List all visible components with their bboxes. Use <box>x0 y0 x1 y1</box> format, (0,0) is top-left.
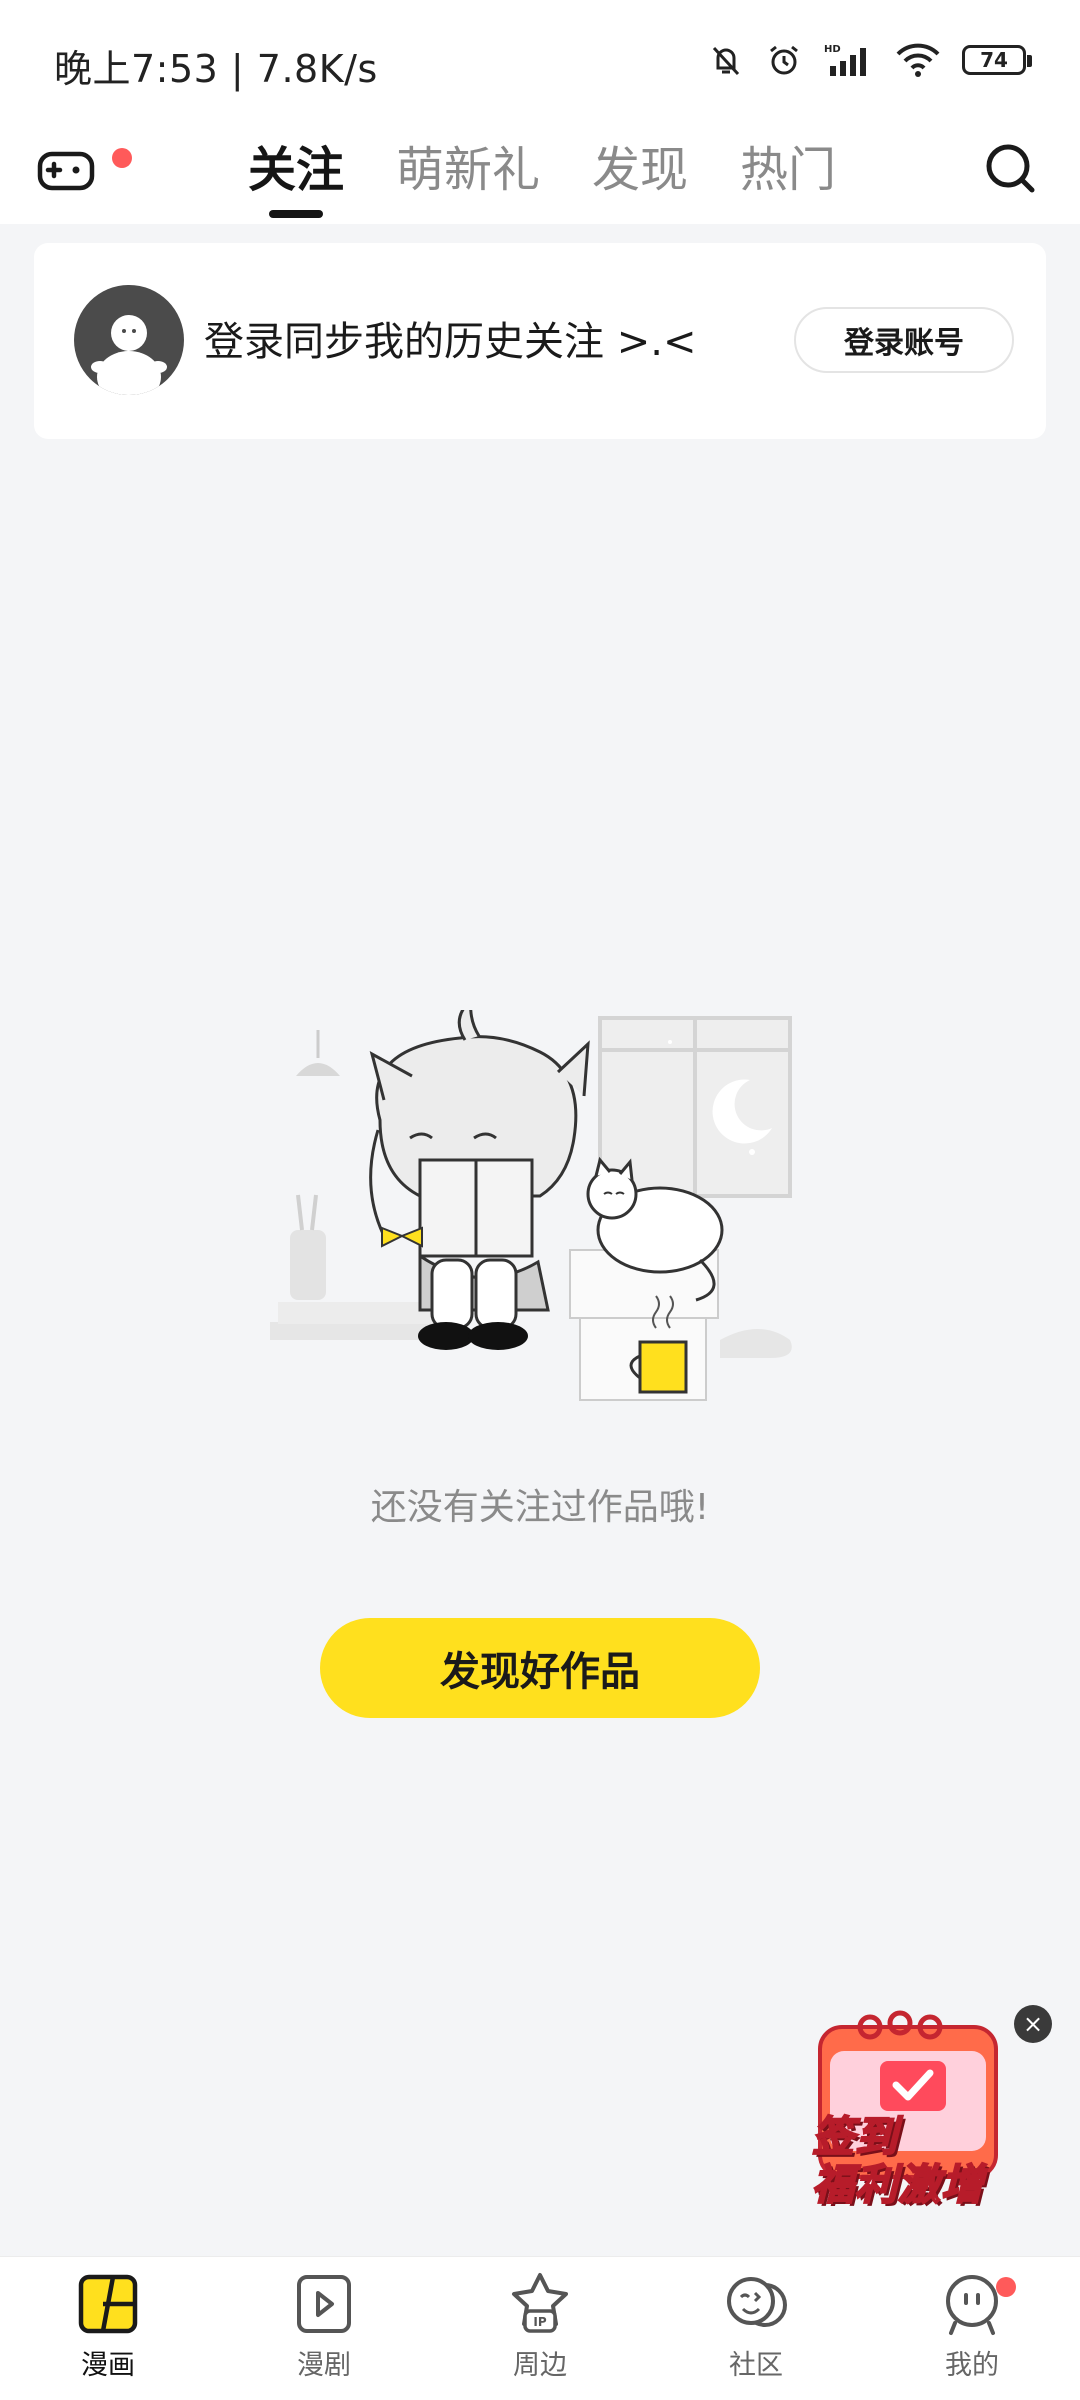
tab-bar: 关注 萌新礼 发现 热门 <box>248 130 836 218</box>
top-nav: 关注 萌新礼 发现 热门 <box>0 120 1080 224</box>
nav-item-drama[interactable]: 漫剧 <box>216 2257 432 2400</box>
avatar <box>74 285 184 395</box>
mute-bell-icon <box>712 46 740 76</box>
battery-level: 74 <box>980 48 1008 72</box>
nav-item-merch[interactable]: IP 周边 <box>432 2257 648 2400</box>
close-badge-button[interactable]: × <box>1014 2005 1052 2043</box>
tab-discover[interactable]: 发现 <box>592 130 688 210</box>
nav-label: 社区 <box>729 2350 783 2381</box>
badge-line2: 福利激增 <box>811 2159 985 2210</box>
tab-newbie-gift[interactable]: 萌新礼 <box>396 130 540 210</box>
empty-state-illustration <box>260 996 820 1410</box>
nav-item-community[interactable]: 社区 <box>648 2257 864 2400</box>
nav-label: 漫画 <box>81 2350 135 2381</box>
status-icons: HD 74 <box>708 42 1032 78</box>
alarm-icon <box>770 45 798 75</box>
empty-state-message: 还没有关注过作品哦! <box>370 1487 710 1528</box>
sign-in-bonus-badge[interactable]: 签到 福利激增 <box>800 2005 1015 2220</box>
play-icon <box>297 2275 351 2333</box>
svg-text:HD: HD <box>824 44 841 55</box>
bottom-nav: 漫画 漫剧 IP 周边 社区 我的 <box>0 2256 1080 2400</box>
nav-label: 我的 <box>945 2350 999 2381</box>
gamepad-button[interactable] <box>34 136 132 200</box>
reading-girl-cat-illustration <box>270 996 792 1401</box>
login-button[interactable]: 登录账号 <box>794 307 1014 373</box>
ip-star-icon: IP <box>512 2273 568 2333</box>
community-icon <box>727 2277 787 2327</box>
tab-follow[interactable]: 关注 <box>248 130 345 218</box>
battery-icon: 74 <box>962 45 1032 75</box>
gamepad-icon <box>37 151 95 191</box>
comic-icon <box>78 2274 138 2334</box>
svg-text:IP: IP <box>533 2315 546 2329</box>
default-avatar-icon <box>91 315 167 395</box>
login-card: 登录同步我的历史关注 >.< 登录账号 <box>34 243 1046 439</box>
nav-item-mine[interactable]: 我的 <box>864 2257 1080 2400</box>
login-prompt-text: 登录同步我的历史关注 >.< <box>204 319 697 365</box>
nav-item-comic[interactable]: 漫画 <box>0 2257 216 2400</box>
notification-dot <box>996 2277 1016 2297</box>
discover-works-button[interactable]: 发现好作品 <box>320 1618 760 1718</box>
wifi-icon <box>896 43 940 77</box>
tab-label: 萌新礼 <box>396 142 541 198</box>
tab-label: 热门 <box>740 142 837 198</box>
tab-label: 发现 <box>592 142 689 198</box>
nav-label: 漫剧 <box>297 2350 351 2381</box>
status-time: 晚上7:53 | 7.8K/s <box>54 47 378 91</box>
hd-signal-icon: HD <box>824 44 866 76</box>
notification-dot <box>112 148 132 168</box>
status-bar: 晚上7:53 | 7.8K/s HD 74 <box>0 0 1080 120</box>
tab-active-indicator <box>269 210 323 218</box>
search-button[interactable] <box>978 136 1042 200</box>
nav-label: 周边 <box>513 2350 567 2381</box>
tab-hot[interactable]: 热门 <box>740 130 836 210</box>
tab-label: 关注 <box>248 142 345 198</box>
search-icon <box>986 144 1035 193</box>
profile-icon <box>946 2275 998 2335</box>
